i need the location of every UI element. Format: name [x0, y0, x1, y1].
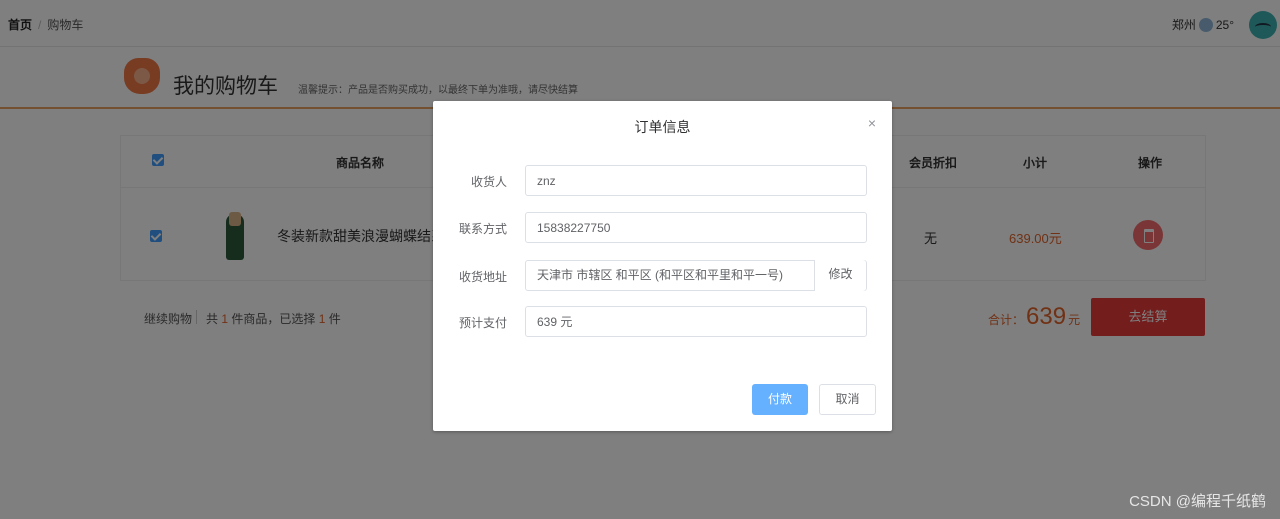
- receiver-input[interactable]: [525, 165, 867, 196]
- address-field[interactable]: 天津市 市辖区 和平区 (和平区和平里和平一号) 修改: [525, 260, 867, 291]
- payment-input[interactable]: [525, 306, 867, 337]
- address-value: 天津市 市辖区 和平区 (和平区和平里和平一号): [537, 268, 783, 282]
- dialog-title: 订单信息: [634, 119, 691, 135]
- contact-form-item: 联系方式: [433, 212, 892, 243]
- address-label: 收货地址: [458, 270, 507, 284]
- address-form-item: 收货地址 天津市 市辖区 和平区 (和平区和平里和平一号) 修改: [433, 260, 892, 291]
- contact-input[interactable]: [525, 212, 867, 243]
- watermark: CSDN @编程千纸鹤: [1129, 493, 1266, 510]
- pay-button[interactable]: 付款: [752, 384, 808, 415]
- edit-address-button[interactable]: 修改: [814, 260, 866, 291]
- receiver-label: 收货人: [470, 175, 507, 189]
- contact-label: 联系方式: [458, 222, 507, 236]
- order-dialog: 订单信息 × 收货人 联系方式 收货地址 天津市 市辖区 和平区 (和平区和平里…: [433, 101, 892, 431]
- cancel-button[interactable]: 取消: [819, 384, 876, 415]
- receiver-form-item: 收货人: [433, 165, 892, 196]
- payment-label: 预计支付: [458, 316, 507, 330]
- payment-form-item: 预计支付: [433, 306, 892, 337]
- close-icon[interactable]: ×: [868, 115, 876, 131]
